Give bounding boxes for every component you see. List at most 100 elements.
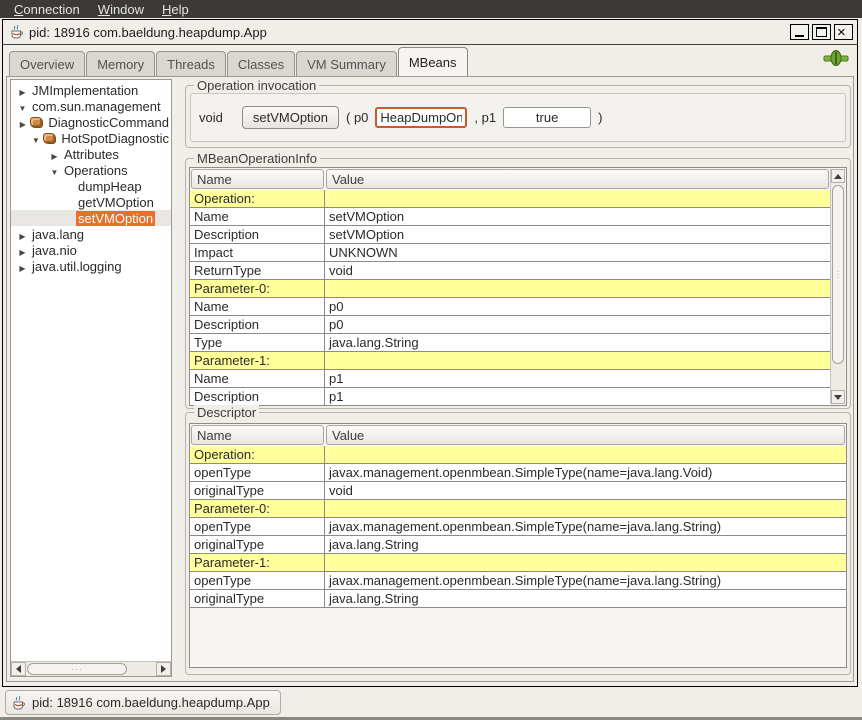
scroll-up-icon xyxy=(834,174,842,179)
table-row[interactable]: Parameter-1: xyxy=(190,352,830,370)
param0-prefix: ( p0 xyxy=(346,110,368,125)
tree-item-label: Operations xyxy=(62,163,130,178)
tree-horizontal-scrollbar[interactable]: ··· xyxy=(11,661,171,676)
maximize-button[interactable] xyxy=(812,24,831,40)
table-row[interactable]: Description p0 xyxy=(190,316,830,334)
param1-prefix: , p1 xyxy=(474,110,496,125)
menu-item[interactable]: Connection xyxy=(6,1,88,18)
table-cell-name: Description xyxy=(190,226,325,243)
table-cell-value xyxy=(325,190,830,207)
table-row[interactable]: Name p1 xyxy=(190,370,830,388)
scroll-right-icon xyxy=(161,665,166,673)
tree-item[interactable]: HotSpotDiagnostic xyxy=(11,130,171,146)
table-cell-value xyxy=(325,352,830,369)
table-row[interactable]: Operation: xyxy=(190,446,846,464)
table-cell-name: openType xyxy=(190,518,325,535)
java-cup-icon xyxy=(9,24,25,40)
scroll-left-icon xyxy=(16,665,21,673)
table-cell-value: p0 xyxy=(325,316,830,333)
table-row[interactable]: Name setVMOption xyxy=(190,208,830,226)
tree-item[interactable]: Operations xyxy=(11,162,171,178)
tree-expand-icon[interactable] xyxy=(15,227,30,242)
scrollbar-thumb[interactable]: ··· xyxy=(832,185,844,364)
minimize-button[interactable] xyxy=(790,24,809,40)
tree-item[interactable]: setVMOption xyxy=(11,210,171,226)
tree-expand-icon[interactable] xyxy=(47,163,62,178)
tree-expand-icon[interactable] xyxy=(15,243,30,258)
tab[interactable]: VM Summary xyxy=(296,51,397,76)
table-cell-value: setVMOption xyxy=(325,226,830,243)
tree-expand-icon[interactable] xyxy=(15,115,30,130)
app-window: pid: 18916 com.baeldung.heapdump.App Ove… xyxy=(2,19,858,687)
table-cell-name: Name xyxy=(190,208,325,225)
tree-item[interactable]: dumpHeap xyxy=(11,178,171,194)
column-header-name[interactable]: Name xyxy=(191,425,324,445)
close-button[interactable] xyxy=(834,24,853,40)
tab[interactable]: MBeans xyxy=(398,47,468,76)
scrollbar-thumb[interactable]: ··· xyxy=(27,663,127,675)
table-row[interactable]: originalType void xyxy=(190,482,846,500)
scroll-left-button[interactable] xyxy=(11,662,26,676)
menu-item[interactable]: Window xyxy=(90,1,152,18)
tree-item[interactable]: com.sun.management xyxy=(11,98,171,114)
table-row[interactable]: openType javax.management.openmbean.Simp… xyxy=(190,572,846,590)
table-row[interactable]: originalType java.lang.String xyxy=(190,590,846,608)
table-cell-name: Parameter-1: xyxy=(190,352,325,369)
tree-expand-icon[interactable] xyxy=(28,131,43,146)
table-vertical-scrollbar[interactable]: ··· xyxy=(830,169,845,404)
table-row[interactable]: Parameter-0: xyxy=(190,280,830,298)
tree-expand-icon[interactable] xyxy=(15,259,30,274)
window-close-icon xyxy=(837,26,846,39)
table-cell-value: javax.management.openmbean.SimpleType(na… xyxy=(325,518,846,535)
scroll-right-button[interactable] xyxy=(156,662,171,676)
table-row[interactable]: Parameter-1: xyxy=(190,554,846,572)
table-cell-name: Description xyxy=(190,388,325,405)
param0-input[interactable] xyxy=(375,107,467,128)
tree-expand-icon[interactable] xyxy=(47,147,62,162)
table-row[interactable]: Impact UNKNOWN xyxy=(190,244,830,262)
table-row[interactable]: Description p1 xyxy=(190,388,830,406)
tree-item[interactable]: java.lang xyxy=(11,226,171,242)
tab-label: Threads xyxy=(167,57,215,72)
table-cell-value: javax.management.openmbean.SimpleType(na… xyxy=(325,464,846,481)
tree-item[interactable]: DiagnosticCommand xyxy=(11,114,171,130)
tree-item-label: dumpHeap xyxy=(76,179,144,194)
scroll-down-button[interactable] xyxy=(831,390,845,404)
scroll-up-button[interactable] xyxy=(831,169,845,183)
invoke-operation-button[interactable]: setVMOption xyxy=(242,106,339,129)
tree-item[interactable]: getVMOption xyxy=(11,194,171,210)
connection-status-button[interactable]: pid: 18916 com.baeldung.heapdump.App xyxy=(5,690,281,715)
tab-label: MBeans xyxy=(409,55,457,70)
table-row[interactable]: Parameter-0: xyxy=(190,500,846,518)
tab[interactable]: Overview xyxy=(9,51,85,76)
tree-item[interactable]: java.util.logging xyxy=(11,258,171,274)
table-row[interactable]: ReturnType void xyxy=(190,262,830,280)
table-row[interactable]: Type java.lang.String xyxy=(190,334,830,352)
tree-item[interactable]: Attributes xyxy=(11,146,171,162)
table-cell-name: ReturnType xyxy=(190,262,325,279)
table-row[interactable]: Description setVMOption xyxy=(190,226,830,244)
group-title: MBeanOperationInfo xyxy=(194,151,320,166)
tab[interactable]: Threads xyxy=(156,51,226,76)
table-cell-name: originalType xyxy=(190,536,325,553)
table-row[interactable]: openType javax.management.openmbean.Simp… xyxy=(190,464,846,482)
column-header-value[interactable]: Value xyxy=(326,169,829,189)
tree-item[interactable]: java.nio xyxy=(11,242,171,258)
descriptor-table: Name Value Operation: openType javax.man… xyxy=(189,423,847,668)
table-row[interactable]: Name p0 xyxy=(190,298,830,316)
mbean-operation-info-group: MBeanOperationInfo Name Value Operation: xyxy=(185,158,851,409)
tree-expand-icon[interactable] xyxy=(15,99,30,114)
column-header-value[interactable]: Value xyxy=(326,425,845,445)
menu-item[interactable]: Help xyxy=(154,1,197,18)
table-row[interactable]: openType javax.management.openmbean.Simp… xyxy=(190,518,846,536)
param1-input[interactable] xyxy=(503,107,591,128)
tree-item[interactable]: JMImplementation xyxy=(11,82,171,98)
tree-expand-icon[interactable] xyxy=(15,83,30,98)
tab[interactable]: Memory xyxy=(86,51,155,76)
tab[interactable]: Classes xyxy=(227,51,295,76)
table-row[interactable]: Operation: xyxy=(190,190,830,208)
tree-item-label: HotSpotDiagnostic xyxy=(59,131,171,146)
column-header-name[interactable]: Name xyxy=(191,169,324,189)
table-cell-name: Impact xyxy=(190,244,325,261)
table-row[interactable]: originalType java.lang.String xyxy=(190,536,846,554)
